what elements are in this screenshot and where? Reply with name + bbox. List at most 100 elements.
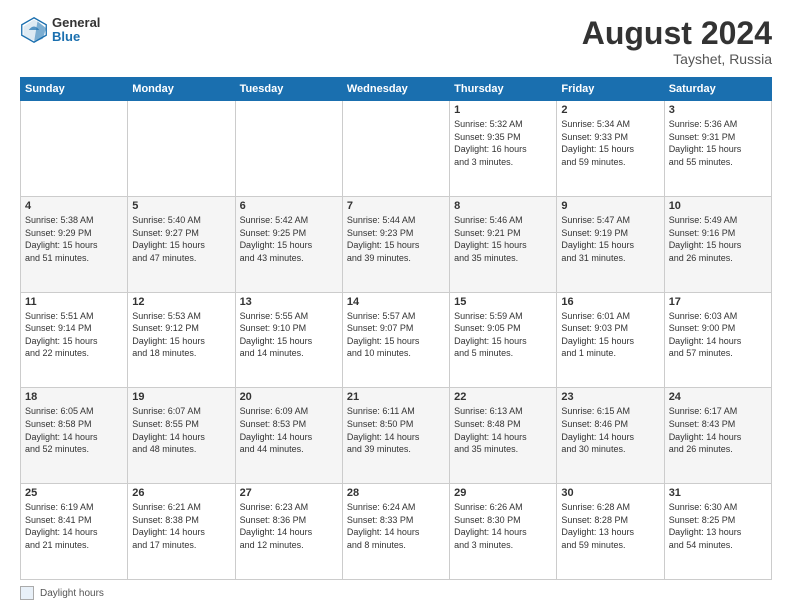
- day-info: Sunrise: 5:40 AM Sunset: 9:27 PM Dayligh…: [132, 214, 230, 264]
- day-number: 11: [25, 296, 123, 308]
- day-number: 26: [132, 487, 230, 499]
- table-cell: 28 Sunrise: 6:24 AM Sunset: 8:33 PM Dayli…: [342, 484, 449, 580]
- table-cell: 24 Sunrise: 6:17 AM Sunset: 8:43 PM Dayli…: [664, 388, 771, 484]
- header: General Blue August 2024 Tayshet, Russia: [20, 16, 772, 67]
- day-number: 8: [454, 200, 552, 212]
- day-number: 28: [347, 487, 445, 499]
- table-cell: 16 Sunrise: 6:01 AM Sunset: 9:03 PM Dayli…: [557, 292, 664, 388]
- day-number: 7: [347, 200, 445, 212]
- day-number: 24: [669, 391, 767, 403]
- logo-general: General: [52, 16, 100, 30]
- day-info: Sunrise: 5:32 AM Sunset: 9:35 PM Dayligh…: [454, 118, 552, 168]
- day-info: Sunrise: 6:21 AM Sunset: 8:38 PM Dayligh…: [132, 501, 230, 551]
- table-cell: 18 Sunrise: 6:05 AM Sunset: 8:58 PM Dayli…: [21, 388, 128, 484]
- day-number: 5: [132, 200, 230, 212]
- day-number: 23: [561, 391, 659, 403]
- col-header-saturday: Saturday: [664, 78, 771, 101]
- daylight-label: Daylight hours: [40, 588, 104, 599]
- table-cell: 29Sunrise: 6:26 AM Sunset: 8:30 PM Dayli…: [450, 484, 557, 580]
- day-info: Sunrise: 6:13 AM Sunset: 8:48 PM Dayligh…: [454, 405, 552, 455]
- table-cell: 2 Sunrise: 5:34 AM Sunset: 9:33 PM Daylig…: [557, 101, 664, 197]
- day-number: 20: [240, 391, 338, 403]
- day-number: 1: [454, 104, 552, 116]
- day-info: Sunrise: 6:26 AM Sunset: 8:30 PM Dayligh…: [454, 501, 552, 551]
- table-cell: 22 Sunrise: 6:13 AM Sunset: 8:48 PM Dayli…: [450, 388, 557, 484]
- table-cell: 26 Sunrise: 6:21 AM Sunset: 8:38 PM Dayli…: [128, 484, 235, 580]
- day-number: 3: [669, 104, 767, 116]
- day-number: 14: [347, 296, 445, 308]
- day-info: Sunrise: 6:03 AM Sunset: 9:00 PM Dayligh…: [669, 310, 767, 360]
- day-info: Sunrise: 5:53 AM Sunset: 9:12 PM Dayligh…: [132, 310, 230, 360]
- day-info: Sunrise: 6:01 AM Sunset: 9:03 PM Dayligh…: [561, 310, 659, 360]
- logo-blue: Blue: [52, 30, 100, 44]
- day-number: 2: [561, 104, 659, 116]
- table-cell: 30Sunrise: 6:28 AM Sunset: 8:28 PM Dayli…: [557, 484, 664, 580]
- calendar-row-1: 1 Sunrise: 5:32 AM Sunset: 9:35 PM Daylig…: [21, 101, 772, 197]
- table-cell: 21Sunrise: 6:11 AM Sunset: 8:50 PM Dayli…: [342, 388, 449, 484]
- day-info: Sunrise: 5:38 AM Sunset: 9:29 PM Dayligh…: [25, 214, 123, 264]
- col-header-thursday: Thursday: [450, 78, 557, 101]
- day-number: 22: [454, 391, 552, 403]
- calendar-row-4: 18 Sunrise: 6:05 AM Sunset: 8:58 PM Dayli…: [21, 388, 772, 484]
- day-info: Sunrise: 6:15 AM Sunset: 8:46 PM Dayligh…: [561, 405, 659, 455]
- table-cell: 12Sunrise: 5:53 AM Sunset: 9:12 PM Dayli…: [128, 292, 235, 388]
- table-cell: 4 Sunrise: 5:38 AM Sunset: 9:29 PM Daylig…: [21, 196, 128, 292]
- table-cell: 8 Sunrise: 5:46 AM Sunset: 9:21 PM Daylig…: [450, 196, 557, 292]
- table-cell: 9 Sunrise: 5:47 AM Sunset: 9:19 PM Daylig…: [557, 196, 664, 292]
- table-cell: [235, 101, 342, 197]
- table-cell: 3Sunrise: 5:36 AM Sunset: 9:31 PM Daylig…: [664, 101, 771, 197]
- table-cell: 7Sunrise: 5:44 AM Sunset: 9:23 PM Daylig…: [342, 196, 449, 292]
- day-number: 6: [240, 200, 338, 212]
- page: General Blue August 2024 Tayshet, Russia…: [0, 0, 792, 612]
- table-cell: 25 Sunrise: 6:19 AM Sunset: 8:41 PM Dayli…: [21, 484, 128, 580]
- day-number: 4: [25, 200, 123, 212]
- day-info: Sunrise: 5:57 AM Sunset: 9:07 PM Dayligh…: [347, 310, 445, 360]
- day-info: Sunrise: 6:23 AM Sunset: 8:36 PM Dayligh…: [240, 501, 338, 551]
- table-cell: [342, 101, 449, 197]
- day-info: Sunrise: 5:47 AM Sunset: 9:19 PM Dayligh…: [561, 214, 659, 264]
- calendar-row-2: 4 Sunrise: 5:38 AM Sunset: 9:29 PM Daylig…: [21, 196, 772, 292]
- daylight-indicator: [20, 586, 34, 600]
- calendar-table: Sunday Monday Tuesday Wednesday Thursday…: [20, 77, 772, 580]
- day-info: Sunrise: 6:24 AM Sunset: 8:33 PM Dayligh…: [347, 501, 445, 551]
- table-cell: 14 Sunrise: 5:57 AM Sunset: 9:07 PM Dayli…: [342, 292, 449, 388]
- table-cell: 23 Sunrise: 6:15 AM Sunset: 8:46 PM Dayli…: [557, 388, 664, 484]
- calendar-row-3: 11Sunrise: 5:51 AM Sunset: 9:14 PM Dayli…: [21, 292, 772, 388]
- col-header-sunday: Sunday: [21, 78, 128, 101]
- day-number: 9: [561, 200, 659, 212]
- col-header-tuesday: Tuesday: [235, 78, 342, 101]
- month-year-title: August 2024: [582, 16, 772, 51]
- day-info: Sunrise: 5:46 AM Sunset: 9:21 PM Dayligh…: [454, 214, 552, 264]
- day-number: 25: [25, 487, 123, 499]
- title-block: August 2024 Tayshet, Russia: [582, 16, 772, 67]
- day-number: 18: [25, 391, 123, 403]
- logo: General Blue: [20, 16, 100, 45]
- day-number: 19: [132, 391, 230, 403]
- day-number: 31: [669, 487, 767, 499]
- calendar-row-5: 25 Sunrise: 6:19 AM Sunset: 8:41 PM Dayli…: [21, 484, 772, 580]
- day-info: Sunrise: 6:19 AM Sunset: 8:41 PM Dayligh…: [25, 501, 123, 551]
- day-number: 27: [240, 487, 338, 499]
- table-cell: 27 Sunrise: 6:23 AM Sunset: 8:36 PM Dayli…: [235, 484, 342, 580]
- day-info: Sunrise: 6:30 AM Sunset: 8:25 PM Dayligh…: [669, 501, 767, 551]
- day-number: 16: [561, 296, 659, 308]
- day-number: 21: [347, 391, 445, 403]
- table-cell: 6 Sunrise: 5:42 AM Sunset: 9:25 PM Daylig…: [235, 196, 342, 292]
- table-cell: 13Sunrise: 5:55 AM Sunset: 9:10 PM Dayli…: [235, 292, 342, 388]
- col-header-monday: Monday: [128, 78, 235, 101]
- table-cell: 31 Sunrise: 6:30 AM Sunset: 8:25 PM Dayli…: [664, 484, 771, 580]
- table-cell: 5 Sunrise: 5:40 AM Sunset: 9:27 PM Daylig…: [128, 196, 235, 292]
- day-info: Sunrise: 5:42 AM Sunset: 9:25 PM Dayligh…: [240, 214, 338, 264]
- col-header-friday: Friday: [557, 78, 664, 101]
- day-info: Sunrise: 5:49 AM Sunset: 9:16 PM Dayligh…: [669, 214, 767, 264]
- table-cell: 19Sunrise: 6:07 AM Sunset: 8:55 PM Dayli…: [128, 388, 235, 484]
- day-number: 15: [454, 296, 552, 308]
- day-info: Sunrise: 5:59 AM Sunset: 9:05 PM Dayligh…: [454, 310, 552, 360]
- day-info: Sunrise: 5:34 AM Sunset: 9:33 PM Dayligh…: [561, 118, 659, 168]
- day-info: Sunrise: 6:17 AM Sunset: 8:43 PM Dayligh…: [669, 405, 767, 455]
- day-number: 13: [240, 296, 338, 308]
- day-info: Sunrise: 6:05 AM Sunset: 8:58 PM Dayligh…: [25, 405, 123, 455]
- day-number: 10: [669, 200, 767, 212]
- logo-text-block: General Blue: [52, 16, 100, 45]
- col-header-wednesday: Wednesday: [342, 78, 449, 101]
